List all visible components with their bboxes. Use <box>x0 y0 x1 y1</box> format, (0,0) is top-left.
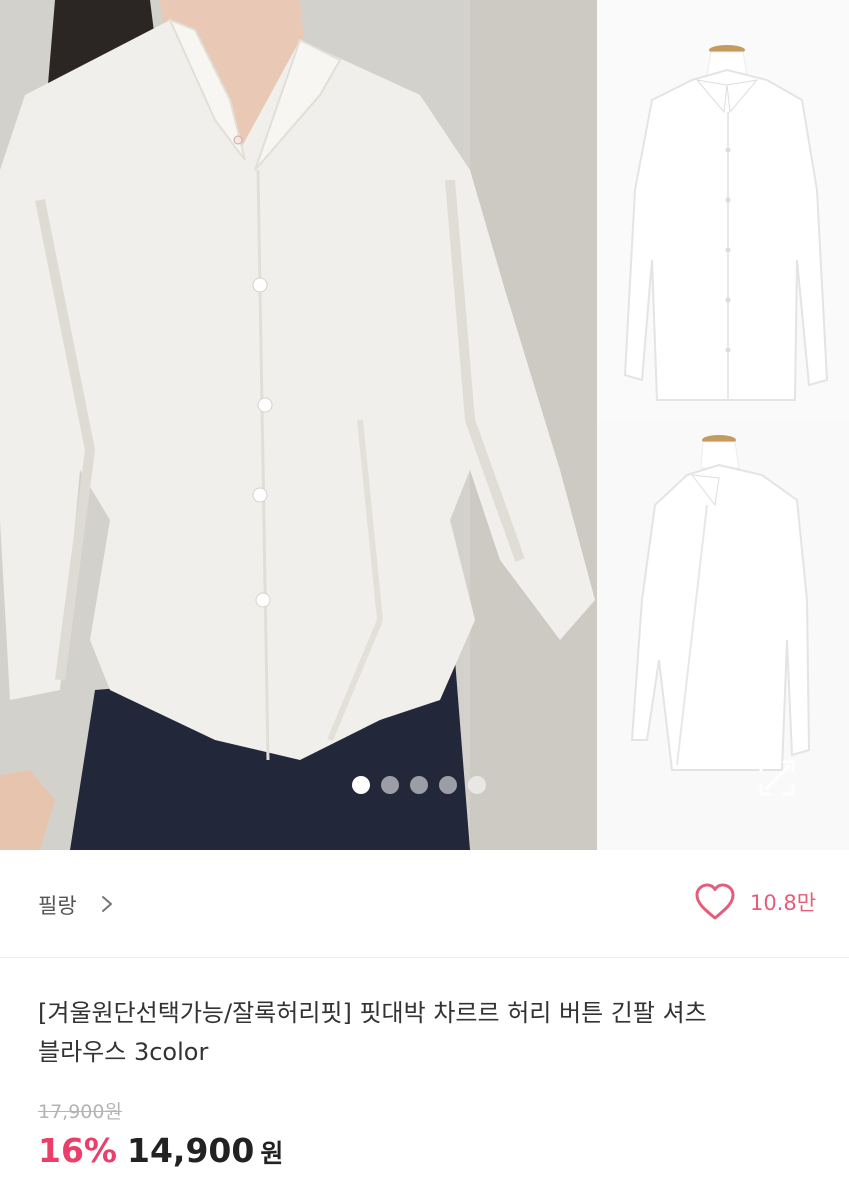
product-title: [겨울원단선택가능/잘록허리핏] 핏대박 차르르 허리 버튼 긴팔 셔츠 블라우… <box>38 994 818 1072</box>
product-title-line-2: 블라우스 3color <box>38 1038 209 1066</box>
like-button[interactable]: 10.8만 <box>694 882 816 922</box>
expand-icon[interactable] <box>756 757 798 799</box>
pagination-dot-5[interactable] <box>468 776 486 794</box>
gallery-pagination[interactable] <box>352 776 486 794</box>
heart-icon[interactable] <box>694 882 736 922</box>
currency-label: 원 <box>260 1139 284 1168</box>
mannequin-front-photo[interactable] <box>597 0 849 420</box>
original-price: 17,900원 <box>38 1101 122 1123</box>
shop-name-link[interactable]: 필랑 <box>38 890 77 920</box>
pagination-dot-3[interactable] <box>410 776 428 794</box>
pagination-dot-4[interactable] <box>439 776 457 794</box>
pagination-dot-2[interactable] <box>381 776 399 794</box>
mannequin-side-photo[interactable] <box>597 420 849 850</box>
pagination-dot-1[interactable] <box>352 776 370 794</box>
main-product-photo[interactable] <box>0 0 597 850</box>
product-title-line-1: [겨울원단선택가능/잘록허리핏] 핏대박 차르르 허리 버튼 긴팔 셔츠 <box>38 999 707 1027</box>
discount-rate: 16% <box>38 1131 117 1170</box>
like-count: 10.8만 <box>750 891 817 915</box>
chevron-right-icon[interactable] <box>99 894 115 914</box>
product-image-gallery[interactable] <box>0 0 849 850</box>
sale-price: 14,900 <box>127 1131 255 1170</box>
shop-row: 필랑 10.8만 <box>0 850 849 958</box>
price-row: 16% 14,900 원 <box>38 1131 283 1170</box>
product-thumbnails <box>597 0 849 850</box>
